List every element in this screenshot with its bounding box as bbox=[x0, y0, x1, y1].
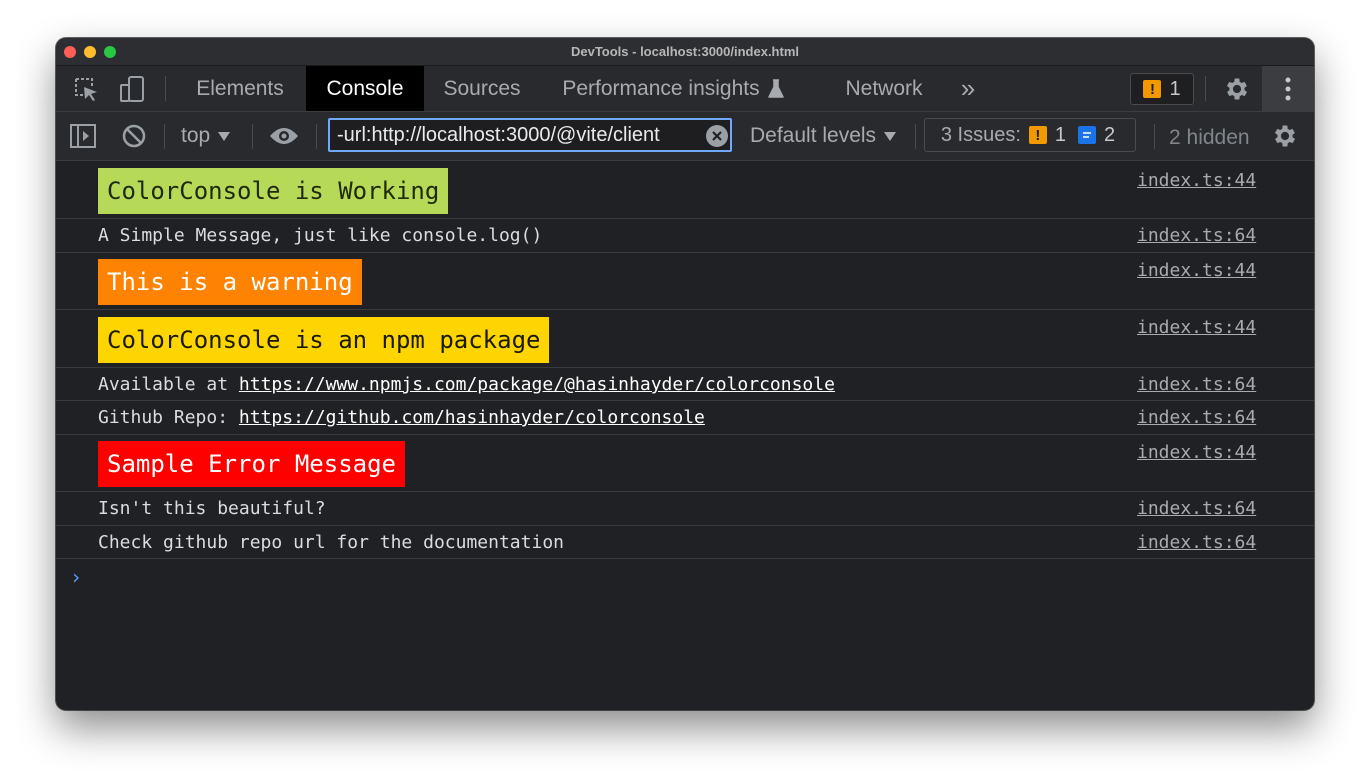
window-title: DevTools - localhost:3000/index.html bbox=[570, 44, 800, 59]
show-sidebar-icon[interactable] bbox=[68, 121, 98, 151]
issues-warning-count: 1 bbox=[1054, 123, 1067, 146]
source-link[interactable]: index.ts:64 bbox=[1137, 532, 1256, 553]
filter-input[interactable] bbox=[337, 122, 697, 148]
console-message: ColorConsole is an npm package index.ts:… bbox=[56, 310, 1314, 368]
toolbar-separator bbox=[1154, 124, 1155, 149]
source-link[interactable]: index.ts:44 bbox=[1137, 170, 1256, 191]
context-selector-value: top bbox=[181, 124, 211, 147]
source-link[interactable]: index.ts:44 bbox=[1137, 260, 1256, 281]
console-message: Check github repo url for the documentat… bbox=[56, 526, 1314, 559]
tab-sources[interactable]: Sources bbox=[430, 66, 534, 111]
issues-badge-count: 1 bbox=[1169, 77, 1181, 100]
hidden-messages-count: 2 hidden bbox=[1169, 126, 1250, 149]
styled-log-text: ColorConsole is an npm package bbox=[98, 317, 550, 363]
issues-button[interactable]: 3 Issues: ! 1 2 bbox=[924, 118, 1136, 152]
toolbar-separator bbox=[915, 124, 916, 149]
message-icon bbox=[1078, 126, 1097, 144]
console-settings-gear-icon[interactable] bbox=[1270, 121, 1300, 151]
issues-label: 3 Issues: bbox=[940, 123, 1021, 146]
tab-console[interactable]: Console bbox=[306, 66, 424, 111]
warning-icon: ! bbox=[1143, 80, 1162, 98]
log-prefix: Github Repo: bbox=[98, 407, 239, 428]
source-link[interactable]: index.ts:44 bbox=[1137, 442, 1256, 463]
github-repo-link[interactable]: https://github.com/hasinhayder/colorcons… bbox=[239, 407, 705, 428]
tab-performance-insights-label: Performance insights bbox=[562, 76, 760, 100]
console-message: ColorConsole is Working index.ts:44 bbox=[56, 161, 1314, 219]
device-toolbar-icon[interactable] bbox=[116, 74, 148, 104]
tabbar-separator bbox=[165, 76, 166, 101]
toolbar-separator bbox=[164, 124, 165, 149]
chevron-down-icon bbox=[218, 124, 231, 148]
live-expression-eye-icon[interactable] bbox=[268, 121, 300, 151]
console-message: Github Repo: https://github.com/hasinhay… bbox=[56, 401, 1314, 435]
console-message: Sample Error Message index.ts:44 bbox=[56, 435, 1314, 492]
console-message: Available at https://www.npmjs.com/packa… bbox=[56, 368, 1314, 401]
clear-console-icon[interactable] bbox=[119, 121, 149, 151]
console-message: A Simple Message, just like console.log(… bbox=[56, 219, 1314, 253]
styled-log-text: Sample Error Message bbox=[98, 441, 405, 487]
log-text: Isn't this beautiful? bbox=[98, 498, 326, 519]
source-link[interactable]: index.ts:64 bbox=[1137, 498, 1256, 519]
console-toolbar: top Default levels bbox=[56, 112, 1314, 161]
log-levels-dropdown[interactable]: Default levels bbox=[750, 120, 897, 152]
issues-badge[interactable]: ! 1 bbox=[1130, 73, 1194, 105]
console-filter bbox=[328, 118, 732, 152]
tab-elements[interactable]: Elements bbox=[182, 66, 298, 111]
console-message: Isn't this beautiful? index.ts:64 bbox=[56, 492, 1314, 526]
source-link[interactable]: index.ts:64 bbox=[1137, 225, 1256, 246]
toolbar-separator bbox=[316, 124, 317, 149]
inspect-element-icon[interactable] bbox=[70, 74, 102, 104]
toolbar-separator bbox=[252, 124, 253, 149]
console-message: This is a warning index.ts:44 bbox=[56, 253, 1314, 310]
log-prefix: Available at bbox=[98, 374, 239, 395]
settings-gear-icon[interactable] bbox=[1222, 74, 1252, 104]
npm-package-link[interactable]: https://www.npmjs.com/package/@hasinhayd… bbox=[239, 374, 835, 395]
more-tabs-button[interactable]: » bbox=[952, 66, 984, 111]
source-link[interactable]: index.ts:44 bbox=[1137, 317, 1256, 338]
log-text: Available at https://www.npmjs.com/packa… bbox=[98, 374, 835, 395]
customize-menu-icon[interactable] bbox=[1262, 66, 1314, 111]
chevron-down-icon bbox=[884, 124, 897, 148]
devtools-window: DevTools - localhost:3000/index.html Ele… bbox=[56, 38, 1314, 710]
log-text: Check github repo url for the documentat… bbox=[98, 532, 564, 553]
context-selector[interactable]: top bbox=[181, 120, 231, 152]
console-prompt[interactable]: › bbox=[70, 565, 82, 589]
log-levels-value: Default levels bbox=[750, 124, 877, 147]
header-separator bbox=[1205, 76, 1206, 101]
clear-filter-icon[interactable] bbox=[706, 125, 728, 147]
source-link[interactable]: index.ts:64 bbox=[1137, 407, 1256, 428]
log-text: A Simple Message, just like console.log(… bbox=[98, 225, 543, 246]
styled-log-text: ColorConsole is Working bbox=[98, 168, 449, 214]
tab-performance-insights[interactable]: Performance insights bbox=[550, 66, 796, 111]
flask-icon bbox=[767, 78, 784, 99]
source-link[interactable]: index.ts:64 bbox=[1137, 374, 1256, 395]
tab-network[interactable]: Network bbox=[832, 66, 936, 111]
issues-message-count: 2 bbox=[1104, 123, 1116, 146]
title-bar: DevTools - localhost:3000/index.html bbox=[56, 38, 1314, 66]
warning-icon: ! bbox=[1028, 126, 1047, 144]
styled-log-text: This is a warning bbox=[98, 259, 362, 305]
panel-tab-bar: Elements Console Sources Performance ins… bbox=[56, 66, 1314, 112]
log-text: Github Repo: https://github.com/hasinhay… bbox=[98, 407, 705, 428]
